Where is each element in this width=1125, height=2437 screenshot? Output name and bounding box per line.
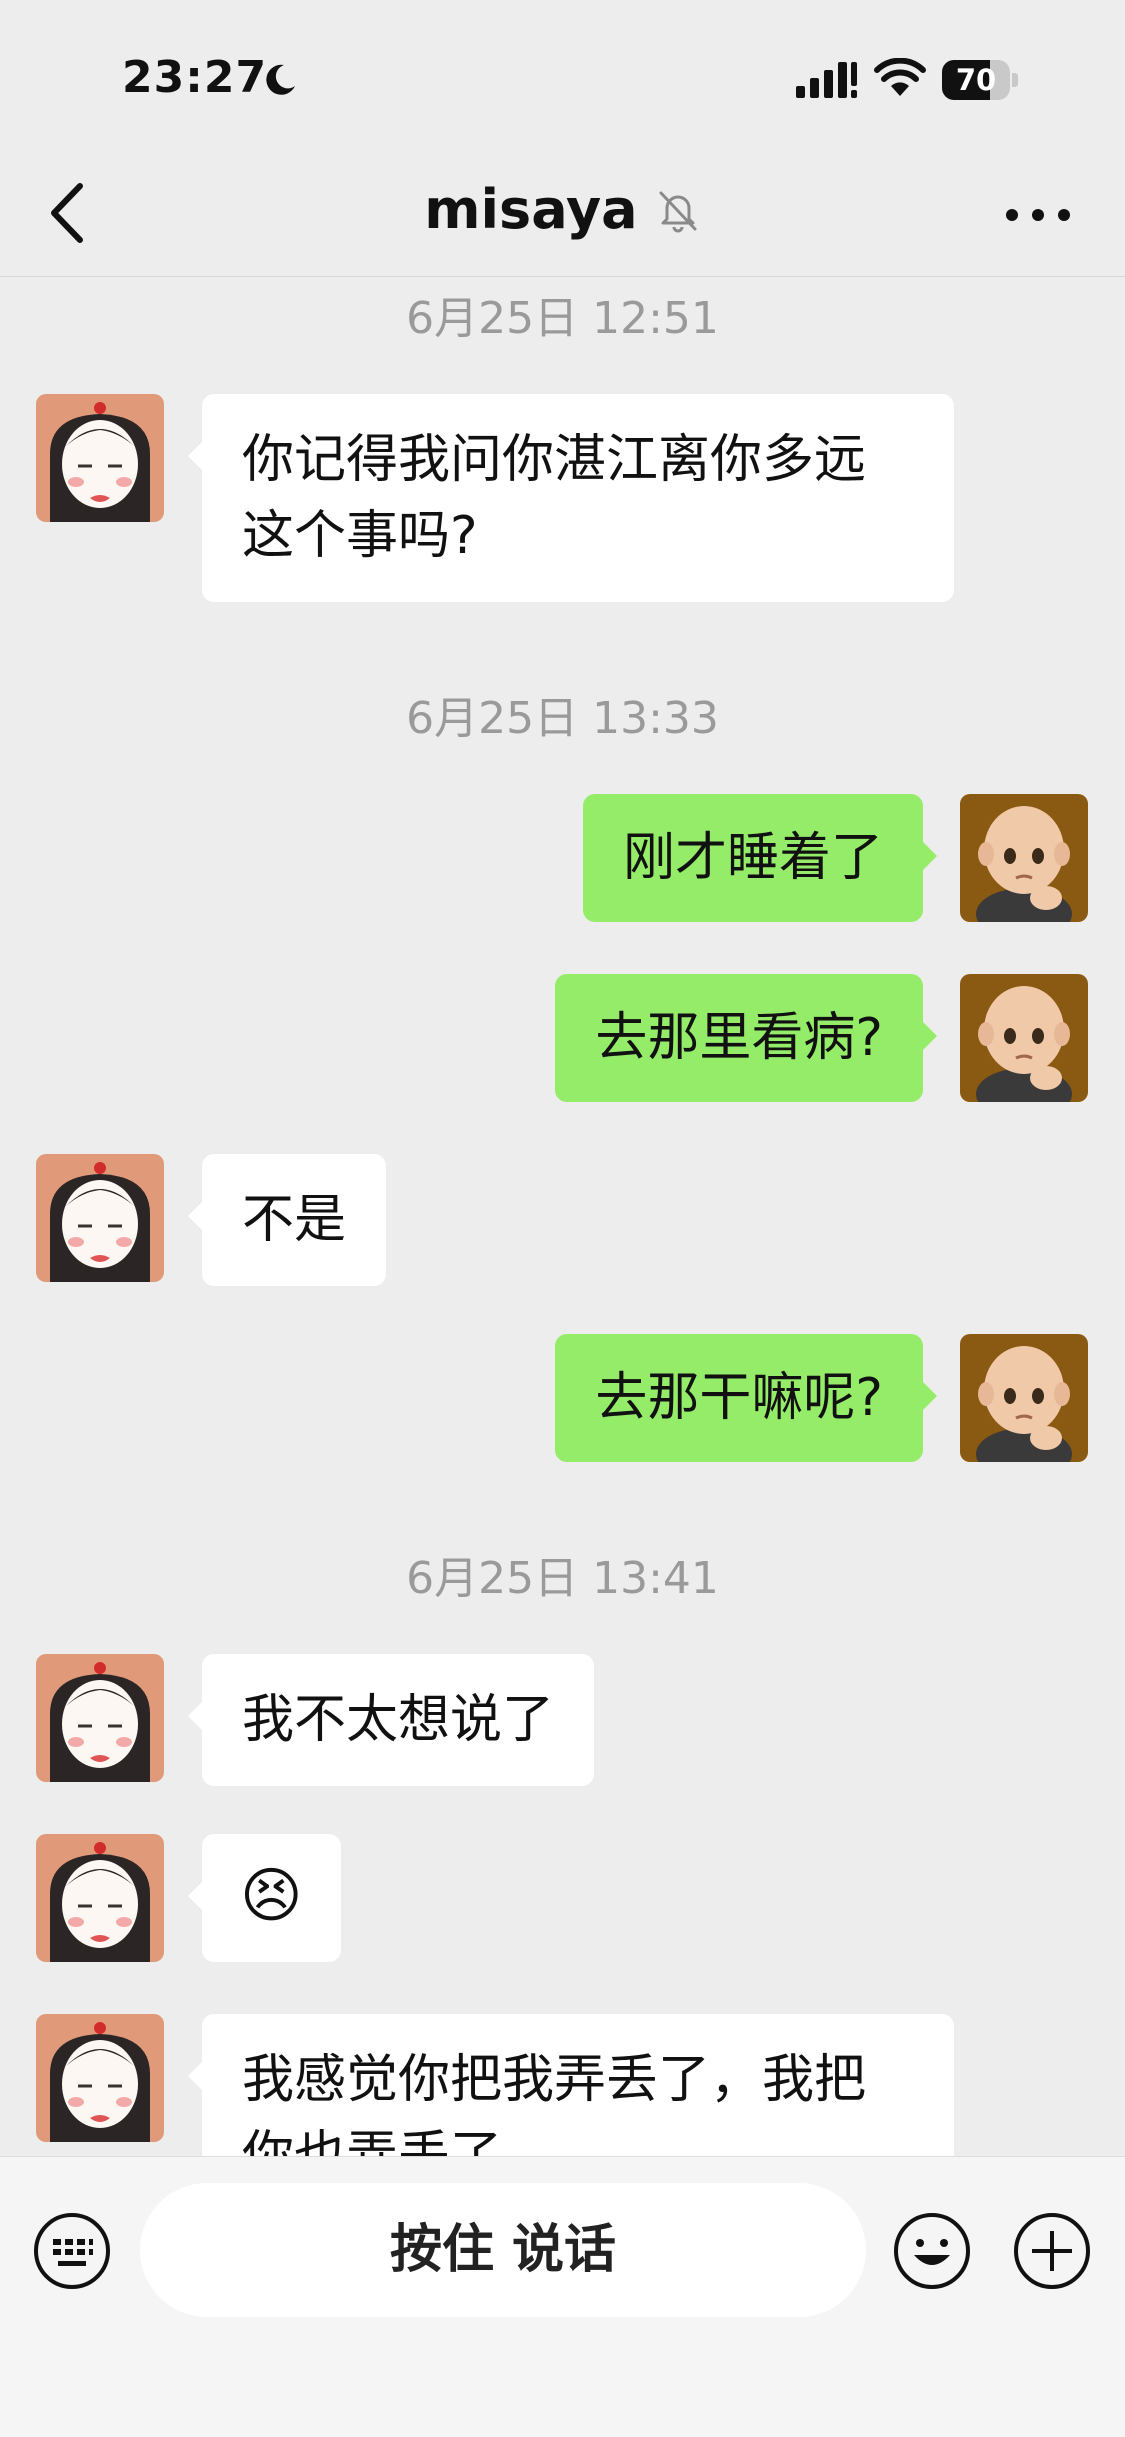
keyboard-icon[interactable] <box>32 2211 112 2291</box>
message-bubble[interactable]: 你记得我问你湛江离你多远这个事吗? <box>188 394 954 602</box>
more-dots-icon[interactable] <box>1005 208 1071 222</box>
moon-icon <box>266 64 295 95</box>
signal-icon <box>796 62 857 98</box>
contact-avatar[interactable] <box>36 394 164 522</box>
message-bubble[interactable]: 刚才睡着了 <box>582 794 938 922</box>
status-bar: 23:27 70 <box>0 0 1125 150</box>
status-time: 23:27 <box>122 52 268 103</box>
chat-title[interactable]: misaya <box>424 178 637 241</box>
plus-circle-icon[interactable] <box>1012 2211 1092 2291</box>
message-timestamp: 6月25日 13:41 <box>406 1553 719 1604</box>
message-timestamp: 6月25日 12:51 <box>406 293 719 344</box>
self-avatar[interactable] <box>960 794 1088 922</box>
input-bar: 按住 说话 <box>0 2156 1125 2437</box>
wifi-icon <box>874 58 926 96</box>
contact-avatar[interactable] <box>36 1834 164 1962</box>
message-timestamp: 6月25日 13:33 <box>406 693 719 744</box>
battery-indicator: 70 <box>942 60 1018 100</box>
contact-avatar[interactable] <box>36 1654 164 1782</box>
message-bubble[interactable]: 去那干嘛呢? <box>555 1334 937 1462</box>
smile-icon[interactable] <box>892 2211 972 2291</box>
message-bubble[interactable]: 我不太想说了 <box>187 1654 595 1786</box>
battery-percent: 70 <box>955 63 997 97</box>
message-bubble[interactable]: 我感觉你把我弄丢了，我把你也弄丢了 <box>188 2014 954 2156</box>
bell-slash-icon <box>659 191 697 232</box>
contact-avatar[interactable] <box>36 1154 164 1282</box>
emoji-message-bubble[interactable]: 😣 <box>188 1834 341 1962</box>
self-avatar[interactable] <box>960 974 1088 1102</box>
self-avatar[interactable] <box>960 1334 1088 1462</box>
contact-avatar[interactable] <box>36 2014 164 2142</box>
message-list[interactable]: 6月25日 12:51 你记得我问你湛江离你多远这个事吗? 6月25日 13:3… <box>0 276 1125 2156</box>
message-bubble[interactable]: 不是 <box>187 1154 387 1286</box>
hold-to-talk-button[interactable]: 按住 说话 <box>140 2183 866 2317</box>
chat-header: misaya <box>0 150 1125 277</box>
message-bubble[interactable]: 去那里看病? <box>555 974 937 1102</box>
